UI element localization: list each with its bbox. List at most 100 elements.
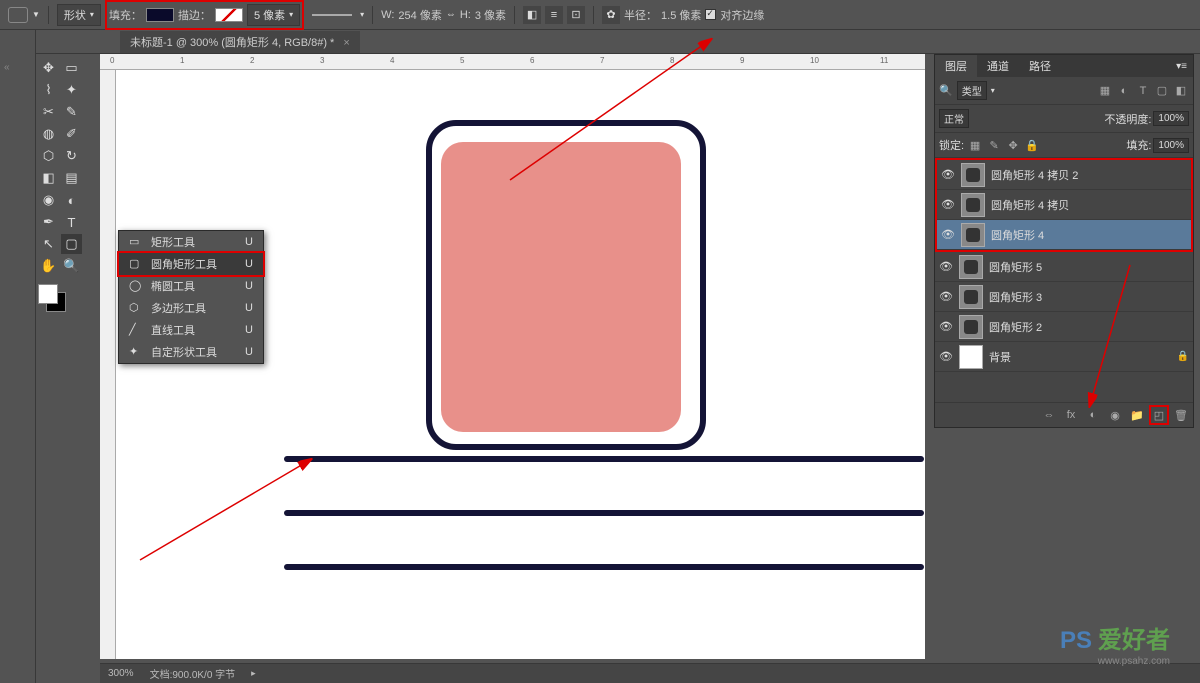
filter-shape-icon[interactable]: ▢ bbox=[1154, 83, 1170, 99]
layer-row[interactable]: 👁 圆角矩形 4 拷贝 bbox=[937, 190, 1191, 220]
type-tool[interactable]: T bbox=[61, 212, 82, 232]
brush-tool[interactable]: ✐ bbox=[61, 124, 82, 144]
layer-name[interactable]: 圆角矩形 4 拷贝 2 bbox=[991, 167, 1187, 183]
visibility-icon[interactable]: 👁 bbox=[939, 260, 953, 273]
lock-pos-icon[interactable]: ✥ bbox=[1005, 137, 1021, 153]
link-wh-icon[interactable]: ⇔ bbox=[446, 9, 456, 20]
gradient-tool[interactable]: ▤ bbox=[61, 168, 82, 188]
menu-line-tool[interactable]: ╱ 直线工具 U bbox=[119, 319, 263, 341]
blur-tool[interactable]: ◉ bbox=[38, 190, 59, 210]
filter-dropdown[interactable]: 类型 bbox=[957, 81, 987, 100]
doc-info[interactable]: 文档:900.0K/0 字节 bbox=[150, 666, 236, 681]
layer-row[interactable]: 👁 圆角矩形 4 bbox=[937, 220, 1191, 250]
visibility-icon[interactable]: 👁 bbox=[941, 168, 955, 181]
fill-opacity-value[interactable]: 100% bbox=[1153, 138, 1189, 153]
layer-thumb[interactable] bbox=[959, 345, 983, 369]
lasso-tool[interactable]: ⌇ bbox=[38, 80, 59, 100]
filter-adj-icon[interactable]: ◐ bbox=[1116, 83, 1132, 99]
fg-color-swatch[interactable] bbox=[38, 284, 58, 304]
lock-paint-icon[interactable]: ✎ bbox=[986, 137, 1002, 153]
stroke-style-preview[interactable] bbox=[312, 14, 352, 16]
close-icon[interactable]: × bbox=[343, 37, 349, 49]
menu-custom-shape-tool[interactable]: ✦ 自定形状工具 U bbox=[119, 341, 263, 363]
shape-preset-icon[interactable] bbox=[8, 7, 28, 23]
document-tab[interactable]: 未标题-1 @ 300% (圆角矩形 4, RGB/8#) * × bbox=[120, 31, 360, 53]
chevron-right-icon[interactable]: ▸ bbox=[251, 668, 256, 679]
layer-thumb[interactable] bbox=[959, 315, 983, 339]
path-select-tool[interactable]: ↖ bbox=[38, 234, 59, 254]
radius-value[interactable]: 1.5 像素 bbox=[661, 7, 701, 23]
wand-tool[interactable]: ✦ bbox=[61, 80, 82, 100]
blend-mode-dropdown[interactable]: 正常 bbox=[939, 109, 969, 128]
zoom-tool[interactable]: 🔍 bbox=[61, 256, 82, 276]
eyedropper-tool[interactable]: ✎ bbox=[61, 102, 82, 122]
layer-thumb[interactable] bbox=[959, 255, 983, 279]
align-icon[interactable]: ≡ bbox=[545, 6, 563, 24]
width-value[interactable]: 254 像素 bbox=[398, 7, 441, 23]
delete-layer-icon[interactable]: 🗑 bbox=[1173, 407, 1189, 423]
layer-thumb[interactable] bbox=[961, 163, 985, 187]
visibility-icon[interactable]: 👁 bbox=[939, 320, 953, 333]
vertical-ruler[interactable] bbox=[100, 70, 116, 659]
layer-row[interactable]: 👁 圆角矩形 2 bbox=[935, 312, 1193, 342]
layers-bottom-bar: ⇔ fx ◐ ◉ 📁 ◰ 🗑 bbox=[935, 402, 1193, 427]
fill-swatch[interactable] bbox=[146, 8, 174, 22]
layer-thumb[interactable] bbox=[961, 223, 985, 247]
layer-thumb[interactable] bbox=[961, 193, 985, 217]
visibility-icon[interactable]: 👁 bbox=[939, 290, 953, 303]
filter-type-icon[interactable]: T bbox=[1135, 83, 1151, 99]
lock-trans-icon[interactable]: ▦ bbox=[967, 137, 983, 153]
eraser-tool[interactable]: ◧ bbox=[38, 168, 59, 188]
tab-channels[interactable]: 通道 bbox=[977, 55, 1019, 77]
filter-pixel-icon[interactable]: ▦ bbox=[1097, 83, 1113, 99]
marquee-tool[interactable]: ▭ bbox=[61, 58, 82, 78]
hand-tool[interactable]: ✋ bbox=[38, 256, 59, 276]
menu-label: 矩形工具 bbox=[151, 234, 195, 250]
menu-polygon-tool[interactable]: ⬡ 多边形工具 U bbox=[119, 297, 263, 319]
crop-tool[interactable]: ✂ bbox=[38, 102, 59, 122]
stroke-width-dropdown[interactable]: 5 像素 ▾ bbox=[247, 4, 300, 26]
chevron-down-icon[interactable]: ▾ bbox=[360, 10, 364, 19]
stamp-tool[interactable]: ⬡ bbox=[38, 146, 59, 166]
layer-row[interactable]: 👁 圆角矩形 3 bbox=[935, 282, 1193, 312]
opacity-value[interactable]: 100% bbox=[1153, 111, 1189, 126]
pen-tool[interactable]: ✒ bbox=[38, 212, 59, 232]
layer-name[interactable]: 圆角矩形 4 bbox=[991, 227, 1187, 243]
layer-row[interactable]: 👁 背景 🔒 bbox=[935, 342, 1193, 372]
arrange-icon[interactable]: ⊡ bbox=[567, 6, 585, 24]
layer-row[interactable]: 👁 圆角矩形 5 bbox=[935, 252, 1193, 282]
lock-all-icon[interactable]: 🔒 bbox=[1024, 137, 1040, 153]
new-layer-icon[interactable]: ◰ bbox=[1151, 407, 1167, 423]
filter-smart-icon[interactable]: ◧ bbox=[1173, 83, 1189, 99]
move-tool[interactable]: ✥ bbox=[38, 58, 59, 78]
link-layers-icon[interactable]: ⇔ bbox=[1041, 407, 1057, 423]
history-brush-tool[interactable]: ↻ bbox=[61, 146, 82, 166]
dodge-tool[interactable]: ◐ bbox=[61, 190, 82, 210]
path-op-icon[interactable]: ◧ bbox=[523, 6, 541, 24]
menu-rect-tool[interactable]: ▭ 矩形工具 U bbox=[119, 231, 263, 253]
menu-rounded-rect-tool[interactable]: ▢ 圆角矩形工具 U bbox=[119, 253, 263, 275]
visibility-icon[interactable]: 👁 bbox=[939, 350, 953, 363]
align-edges-checkbox[interactable] bbox=[705, 9, 716, 20]
tab-layers[interactable]: 图层 bbox=[935, 55, 977, 77]
layer-list: 👁 圆角矩形 4 拷贝 2 👁 圆角矩形 4 拷贝 👁 圆角矩形 4 👁 圆角矩… bbox=[935, 158, 1193, 372]
visibility-icon[interactable]: 👁 bbox=[941, 228, 955, 241]
layer-thumb[interactable] bbox=[959, 285, 983, 309]
layer-row[interactable]: 👁 圆角矩形 4 拷贝 2 bbox=[937, 160, 1191, 190]
visibility-icon[interactable]: 👁 bbox=[941, 198, 955, 211]
layer-name[interactable]: 圆角矩形 4 拷贝 bbox=[991, 197, 1187, 213]
collapse-icon[interactable]: « bbox=[4, 62, 10, 73]
panel-menu-icon[interactable]: ▾≡ bbox=[1176, 61, 1193, 72]
color-swatches[interactable] bbox=[38, 284, 68, 314]
filter-icon[interactable]: 🔍 bbox=[939, 84, 953, 97]
chevron-down-icon[interactable]: ▼ bbox=[32, 10, 40, 19]
heal-tool[interactable]: ◍ bbox=[38, 124, 59, 144]
shape-tool[interactable]: ▢ bbox=[61, 234, 82, 254]
menu-ellipse-tool[interactable]: ◯ 椭圆工具 U bbox=[119, 275, 263, 297]
stroke-swatch[interactable] bbox=[215, 8, 243, 22]
gear-icon[interactable]: ✿ bbox=[602, 6, 620, 24]
zoom-level[interactable]: 300% bbox=[108, 668, 134, 679]
tab-paths[interactable]: 路径 bbox=[1019, 55, 1061, 77]
height-value[interactable]: 3 像素 bbox=[475, 7, 506, 23]
shape-mode-dropdown[interactable]: 形状 ▾ bbox=[57, 4, 101, 26]
